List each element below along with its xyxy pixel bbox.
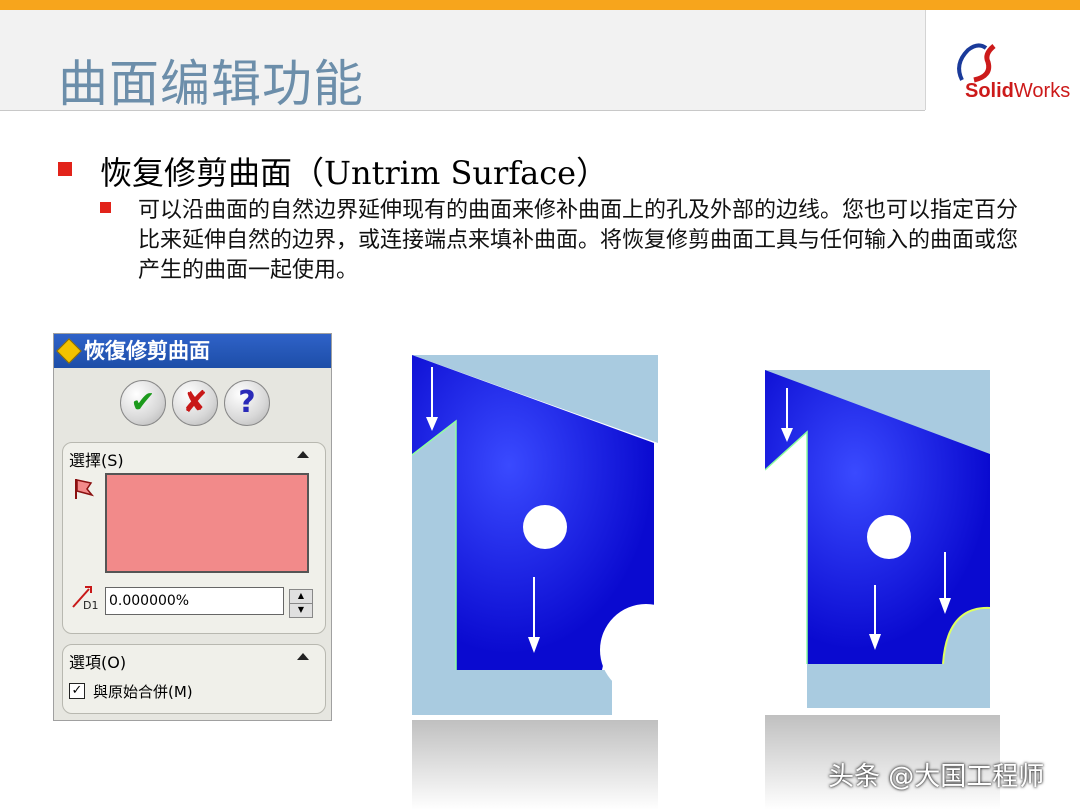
hole: [523, 505, 567, 549]
logo-text: SolidWorks: [965, 80, 1070, 103]
slide-header: 曲面编辑功能: [0, 10, 925, 113]
spin-down-button[interactable]: ▼: [289, 603, 313, 618]
distance-icon: D1: [69, 583, 99, 614]
logo-text-bold: Solid: [965, 80, 1014, 102]
options-group: 選項(O) ✓ 與原始合併(M): [62, 644, 326, 714]
face-selection-list[interactable]: [105, 473, 309, 573]
bullet-level2: [100, 202, 111, 213]
surface-after-image: [765, 370, 1000, 810]
selection-group: 選擇(S) D1 0.000000% ▲ ▼: [62, 442, 326, 634]
surface-before-image: [412, 355, 658, 810]
options-group-title[interactable]: 選項(O): [69, 649, 126, 673]
property-manager-title-bar: 恢復修剪曲面: [54, 334, 331, 368]
merge-checkbox[interactable]: ✓: [69, 683, 85, 699]
cancel-button[interactable]: ✘: [172, 380, 218, 426]
top-accent-bar: [0, 0, 1080, 10]
merge-checkbox-label: 與原始合併(M): [93, 683, 193, 701]
collapse-caret-icon[interactable]: [297, 653, 309, 660]
slide-title: 曲面编辑功能: [58, 55, 364, 113]
help-button[interactable]: ?: [224, 380, 270, 426]
collapse-caret-icon[interactable]: [297, 451, 309, 458]
property-manager-title: 恢復修剪曲面: [84, 339, 210, 363]
ok-button[interactable]: ✔: [120, 380, 166, 426]
bullet-level1: [58, 162, 72, 176]
untrim-property-manager: 恢復修剪曲面 ✔ ✘ ? 選擇(S) D1 0.000000% ▲ ▼ 選項(O…: [53, 333, 332, 721]
selection-group-title[interactable]: 選擇(S): [69, 447, 124, 471]
face-flag-icon: [75, 479, 95, 499]
description-text: 可以沿曲面的自然边界延伸现有的曲面来修补曲面上的孔及外部的边线。您也可以指定百分…: [138, 198, 1019, 283]
feature-icon: [56, 338, 82, 364]
watermark: 头条 @大国工程师: [828, 762, 1045, 792]
distance-percent-input[interactable]: 0.000000%: [105, 587, 284, 615]
logo-text-regular: Works: [1013, 80, 1071, 102]
section-heading: 恢复修剪曲面（Untrim Surface）: [100, 154, 609, 192]
distance-icon-label: D1: [83, 599, 99, 612]
hole: [867, 515, 911, 559]
spin-up-button[interactable]: ▲: [289, 589, 313, 604]
